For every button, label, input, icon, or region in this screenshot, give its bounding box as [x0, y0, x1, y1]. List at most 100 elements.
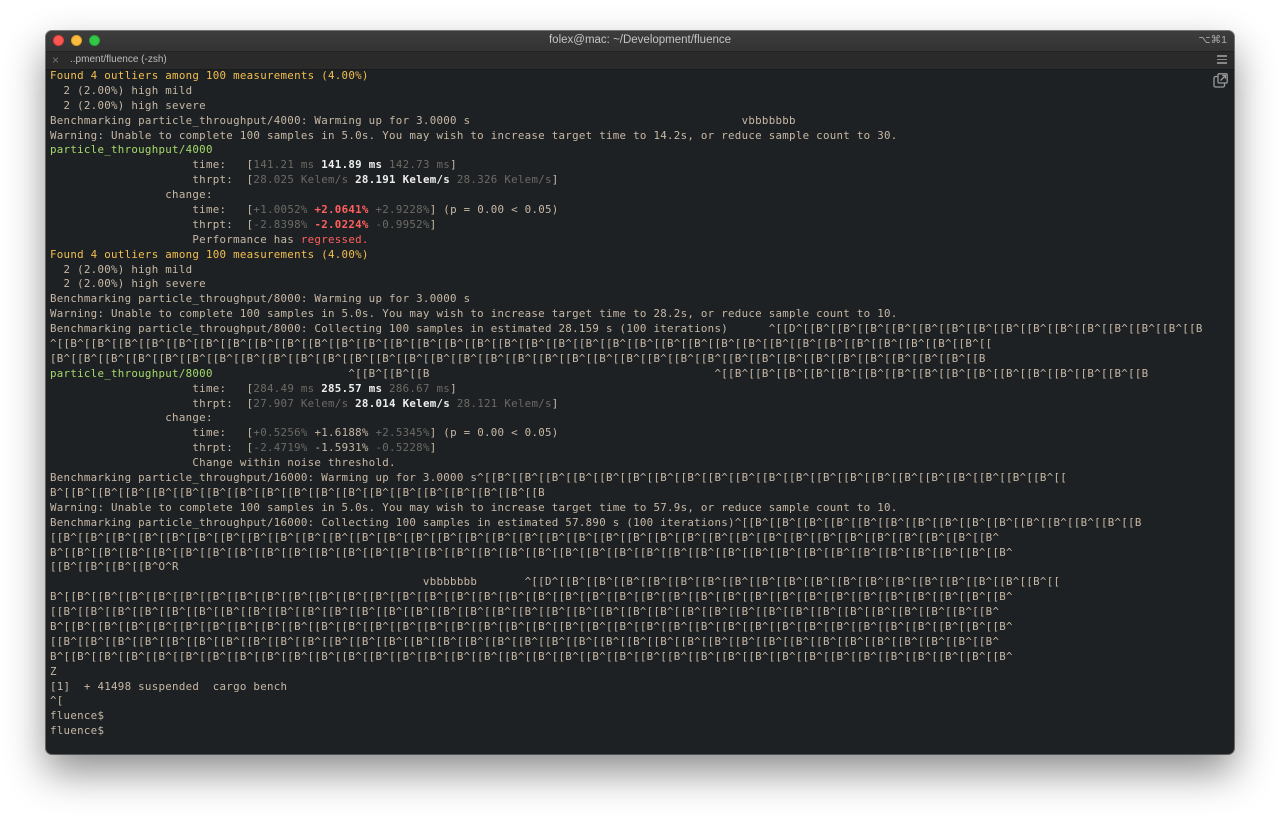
terminal-text: regressed.: [300, 232, 369, 246]
external-window-icon[interactable]: [1213, 73, 1228, 88]
terminal-text: Found 4 outliers among 100 measurements …: [50, 69, 369, 82]
terminal-line: B^[[B^[[B^[[B^[[B^[[B^[[B^[[B^[[B^[[B^[[…: [50, 620, 1230, 635]
terminal-text: 141.89 ms: [321, 158, 383, 172]
terminal-text: ]: [551, 173, 559, 187]
terminal-text: ^[: [50, 694, 64, 708]
terminal-text: B^[[B^[[B^[[B^[[B^[[B^[[B^[[B^[[B^[[B^[[…: [50, 649, 1013, 663]
terminal-output[interactable]: Found 4 outliers among 100 measurements …: [50, 69, 1230, 749]
terminal-text: ]: [551, 396, 559, 410]
terminal-text: [[B^[[B^[[B^[[B^[[B^[[B^[[B^[[B^[[B^[[B^…: [50, 634, 1000, 648]
terminal-text: +0.5256%: [253, 426, 308, 440]
terminal-text: Warning: Unable to complete 100 samples …: [50, 128, 898, 142]
terminal-text: ]: [429, 217, 437, 231]
terminal-text: thrpt: [: [50, 217, 254, 231]
terminal-line: Performance has regressed.: [50, 233, 1230, 248]
terminal-text: vbbbbbbb ^[[D^[[B^[[B^[[B^[[B^[[B^[[B^[[…: [50, 575, 1061, 589]
terminal-text: +2.0641%: [314, 203, 369, 217]
terminal-text: ]: [450, 158, 457, 172]
terminal-line: 2 (2.00%) high severe: [50, 99, 1230, 114]
tab-zsh[interactable]: × ..pment/fluence (-zsh): [46, 52, 1234, 69]
terminal-line: Benchmarking particle_throughput/16000: …: [50, 516, 1230, 531]
terminal-text: time: [: [50, 203, 254, 217]
window-title: folex@mac: ~/Development/fluence: [548, 34, 732, 46]
terminal-line: change:: [50, 188, 1230, 203]
terminal-window: folex@mac: ~/Development/fluence ⌥⌘1 × .…: [46, 31, 1234, 754]
terminal-line: ^[[B^[[B^[[B^[[B^[[B^[[B^[[B^[[B^[[B^[[B…: [50, 337, 1230, 352]
terminal-line: fluence$: [50, 724, 1230, 739]
terminal-text: time: [: [50, 158, 254, 172]
terminal-text: [[B^[[B^[[B^[[B^[[B^[[B^[[B^[[B^[[B^[[B^…: [50, 530, 1000, 544]
terminal-text: 28.326 Kelem/s: [456, 173, 552, 187]
terminal-line: [[B^[[B^[[B^[[B^[[B^[[B^[[B^[[B^[[B^[[B^…: [50, 635, 1230, 650]
terminal-line: Benchmarking particle_throughput/8000: W…: [50, 292, 1230, 307]
terminal-text: thrpt: [: [50, 173, 254, 187]
terminal-line: particle_throughput/4000: [50, 143, 1230, 158]
terminal-text: 2 (2.00%) high mild: [50, 262, 193, 276]
terminal-text: Found 4 outliers among 100 measurements …: [50, 247, 369, 261]
terminal-text: ^[[B^[[B^[[B ^[[B^[[B^[[B^[[B^[[B^[[B^[[…: [212, 366, 1149, 380]
terminal-line: time: [+1.0052% +2.0641% +2.9228%] (p = …: [50, 203, 1230, 218]
terminal-line: B^[[B^[[B^[[B^[[B^[[B^[[B^[[B^[[B^[[B^[[…: [50, 650, 1230, 665]
terminal-text: change:: [50, 411, 213, 425]
terminal-text: -2.0224%: [314, 217, 369, 231]
terminal-text: ]: [429, 441, 437, 455]
terminal-text: B^[[B^[[B^[[B^[[B^[[B^[[B^[[B^[[B^[[B^[[…: [50, 590, 1013, 604]
terminal-text: -0.5228%: [375, 441, 430, 455]
terminal-line: time: [+0.5256% +1.6188% +2.5345%] (p = …: [50, 426, 1230, 441]
terminal-line: thrpt: [27.907 Kelem/s 28.014 Kelem/s 28…: [50, 397, 1230, 412]
terminal-text: ^[[B^[[B^[[B^[[B^[[B^[[B^[[B^[[B^[[B^[[B…: [50, 337, 993, 351]
terminal-text: B^[[B^[[B^[[B^[[B^[[B^[[B^[[B^[[B^[[B^[[…: [50, 485, 545, 499]
terminal-text: Performance has: [50, 232, 301, 246]
terminal-text: ]: [450, 381, 457, 395]
terminal-line: Warning: Unable to complete 100 samples …: [50, 129, 1230, 144]
terminal-text: 142.73 ms: [389, 158, 451, 172]
terminal-text: 28.014 Kelem/s: [355, 396, 451, 410]
terminal-text: [1] + 41498 suspended cargo bench: [50, 679, 288, 693]
terminal-text: thrpt: [: [50, 396, 254, 410]
terminal-text: Benchmarking particle_throughput/8000: C…: [50, 322, 1203, 336]
terminal-text: change:: [50, 188, 213, 202]
title-bar[interactable]: folex@mac: ~/Development/fluence ⌥⌘1: [46, 31, 1234, 52]
terminal-text: time: [: [50, 381, 254, 395]
terminal-text: [[B^[[B^[[B^[[B^O^R: [50, 560, 179, 574]
terminal-line: 2 (2.00%) high mild: [50, 263, 1230, 278]
terminal-text: fluence$: [50, 709, 105, 723]
window-shortcut: ⌥⌘1: [1198, 34, 1227, 46]
terminal-line: 2 (2.00%) high mild: [50, 84, 1230, 99]
terminal-line: time: [284.49 ms 285.57 ms 286.67 ms]: [50, 382, 1230, 397]
terminal-line: [[B^[[B^[[B^[[B^[[B^[[B^[[B^[[B^[[B^[[B^…: [50, 531, 1230, 546]
terminal-text: 2 (2.00%) high severe: [50, 98, 206, 112]
terminal-text: Benchmarking particle_throughput/16000: …: [50, 515, 1142, 529]
terminal-line: thrpt: [28.025 Kelem/s 28.191 Kelem/s 28…: [50, 173, 1230, 188]
tab-bar: × ..pment/fluence (-zsh): [46, 52, 1234, 70]
terminal-line: change:: [50, 411, 1230, 426]
terminal-text: ] (p = 0.00 < 0.05): [429, 203, 559, 217]
terminal-text: [B^[[B^[[B^[[B^[[B^[[B^[[B^[[B^[[B^[[B^[…: [50, 351, 986, 365]
terminal-text: 141.21 ms: [253, 158, 315, 172]
terminal-line: Warning: Unable to complete 100 samples …: [50, 307, 1230, 322]
terminal-text: -2.4719%: [253, 441, 308, 455]
terminal-line: B^[[B^[[B^[[B^[[B^[[B^[[B^[[B^[[B^[[B^[[…: [50, 486, 1230, 501]
terminal-line: Found 4 outliers among 100 measurements …: [50, 248, 1230, 263]
hamburger-menu-icon[interactable]: [1217, 55, 1227, 65]
close-icon[interactable]: ×: [52, 53, 59, 67]
terminal-text: -0.9952%: [375, 217, 430, 231]
tab-label: ..pment/fluence (-zsh): [70, 54, 167, 65]
terminal-text: thrpt: [: [50, 441, 254, 455]
terminal-line: particle_throughput/8000 ^[[B^[[B^[[B ^[…: [50, 367, 1230, 382]
terminal-text: time: [: [50, 426, 254, 440]
terminal-line: thrpt: [-2.4719% -1.5931% -0.5228%]: [50, 441, 1230, 456]
terminal-text: +2.5345%: [375, 426, 430, 440]
terminal-text: Benchmarking particle_throughput/8000: W…: [50, 292, 471, 306]
terminal-line: Benchmarking particle_throughput/4000: W…: [50, 114, 1230, 129]
terminal-text: 284.49 ms: [253, 381, 315, 395]
terminal-text: 2 (2.00%) high mild: [50, 83, 193, 97]
terminal-text: -2.8398%: [253, 217, 308, 231]
terminal-line: vbbbbbbb ^[[D^[[B^[[B^[[B^[[B^[[B^[[B^[[…: [50, 575, 1230, 590]
terminal-text: Warning: Unable to complete 100 samples …: [50, 307, 898, 321]
terminal-line: [1] + 41498 suspended cargo bench: [50, 680, 1230, 695]
terminal-line: [B^[[B^[[B^[[B^[[B^[[B^[[B^[[B^[[B^[[B^[…: [50, 352, 1230, 367]
terminal-text: fluence$: [50, 724, 105, 738]
